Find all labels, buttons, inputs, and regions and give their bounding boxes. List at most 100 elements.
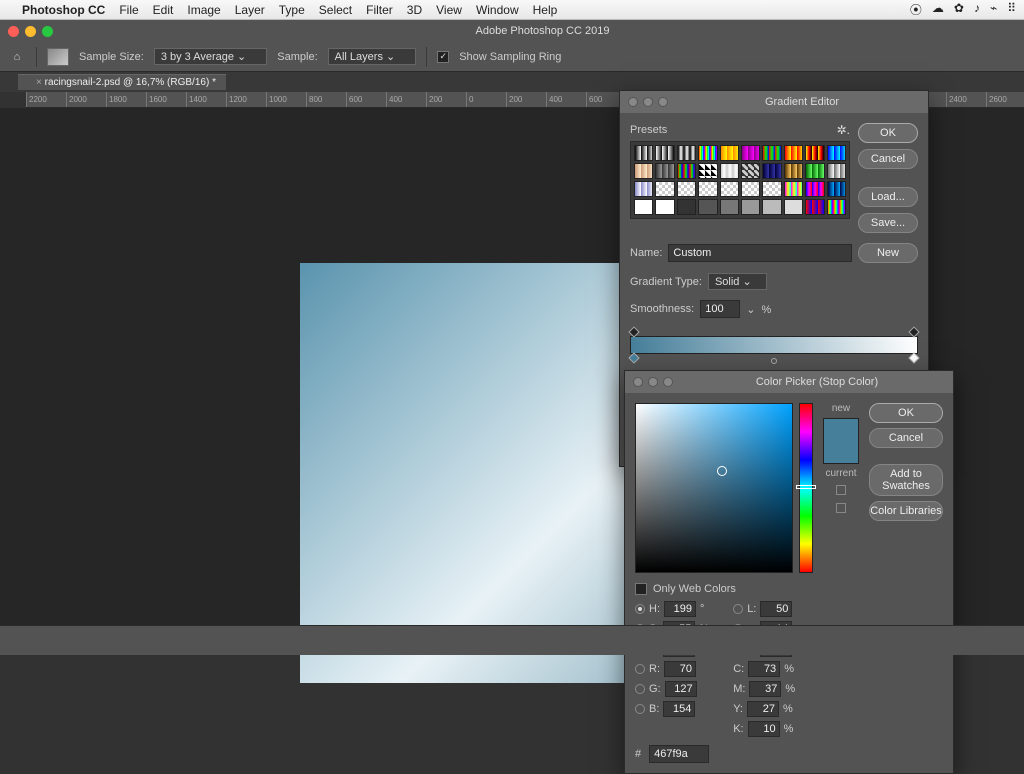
bb-radio[interactable]: [635, 704, 645, 714]
gradient-preset[interactable]: [720, 163, 739, 179]
cancel-button[interactable]: Cancel: [858, 149, 918, 169]
gradient-name-input[interactable]: [668, 244, 852, 262]
tray-icon[interactable]: ⠿: [1007, 1, 1016, 18]
m-input[interactable]: [749, 681, 781, 697]
websafe-icon[interactable]: [836, 503, 846, 513]
gradient-preset[interactable]: [677, 181, 696, 197]
save-button[interactable]: Save...: [858, 213, 918, 233]
gradient-preset[interactable]: [698, 199, 717, 215]
gradient-preset[interactable]: [634, 163, 653, 179]
menu-layer[interactable]: Layer: [235, 3, 265, 17]
gradient-preset[interactable]: [677, 199, 696, 215]
gradient-preset[interactable]: [741, 199, 760, 215]
menu-edit[interactable]: Edit: [153, 3, 174, 17]
l-input[interactable]: [760, 601, 792, 617]
tray-icon[interactable]: ♪: [974, 1, 980, 18]
sample-size-select[interactable]: 3 by 3 Average ⌄: [154, 48, 267, 65]
gradient-preset[interactable]: [805, 145, 824, 161]
menu-image[interactable]: Image: [187, 3, 220, 17]
gradient-preset[interactable]: [827, 181, 846, 197]
g-radio[interactable]: [635, 684, 645, 694]
hex-input[interactable]: [649, 745, 709, 763]
l-radio[interactable]: [733, 604, 743, 614]
c-input[interactable]: [748, 661, 780, 677]
gradient-preset[interactable]: [762, 181, 781, 197]
menu-window[interactable]: Window: [476, 3, 519, 17]
window-controls[interactable]: [0, 26, 61, 37]
gradient-preset[interactable]: [741, 163, 760, 179]
menu-filter[interactable]: Filter: [366, 3, 393, 17]
menu-select[interactable]: Select: [319, 3, 352, 17]
y-input[interactable]: [747, 701, 779, 717]
r-input[interactable]: [664, 661, 696, 677]
gradient-preset[interactable]: [784, 199, 803, 215]
tray-icon[interactable]: ✿: [954, 1, 964, 18]
menu-type[interactable]: Type: [279, 3, 305, 17]
h-radio[interactable]: [635, 604, 645, 614]
smoothness-input[interactable]: [700, 300, 740, 318]
gradient-preset[interactable]: [827, 163, 846, 179]
gradient-type-select[interactable]: Solid ⌄: [708, 273, 767, 290]
show-ring-checkbox[interactable]: ✓: [437, 51, 449, 63]
gradient-preset[interactable]: [698, 145, 717, 161]
r-radio[interactable]: [635, 664, 645, 674]
gradient-preset[interactable]: [784, 163, 803, 179]
gradient-preset[interactable]: [655, 181, 674, 197]
add-swatches-button[interactable]: Add to Swatches: [869, 464, 943, 496]
load-button[interactable]: Load...: [858, 187, 918, 207]
gradient-preset[interactable]: [634, 181, 653, 197]
tool-preset-icon[interactable]: [47, 48, 69, 66]
gradient-preset[interactable]: [762, 199, 781, 215]
ok-button[interactable]: OK: [869, 403, 943, 423]
menu-3d[interactable]: 3D: [407, 3, 422, 17]
gradient-preset[interactable]: [720, 181, 739, 197]
document-tab[interactable]: × racingsnail-2.psd @ 16,7% (RGB/16) *: [18, 74, 226, 90]
gradient-preset[interactable]: [805, 199, 824, 215]
gradient-preset[interactable]: [827, 145, 846, 161]
h-input[interactable]: [664, 601, 696, 617]
warning-icon[interactable]: [836, 485, 846, 495]
gradient-preset[interactable]: [805, 163, 824, 179]
k-input[interactable]: [748, 721, 780, 737]
gradient-preset[interactable]: [784, 181, 803, 197]
ok-button[interactable]: OK: [858, 123, 918, 143]
color-libraries-button[interactable]: Color Libraries: [869, 501, 943, 521]
bb-input[interactable]: [663, 701, 695, 717]
gradient-preset[interactable]: [655, 145, 674, 161]
tray-icon[interactable]: ⌁: [990, 1, 997, 18]
web-only-checkbox[interactable]: [635, 583, 647, 595]
gradient-preset[interactable]: [677, 163, 696, 179]
gradient-preset[interactable]: [741, 181, 760, 197]
home-icon[interactable]: ⌂: [8, 48, 26, 66]
gradient-preset[interactable]: [655, 163, 674, 179]
sample-select[interactable]: All Layers ⌄: [328, 48, 417, 65]
gradient-preset[interactable]: [720, 145, 739, 161]
cancel-button[interactable]: Cancel: [869, 428, 943, 448]
color-field[interactable]: [635, 403, 793, 573]
gradient-preset[interactable]: [655, 199, 674, 215]
close-tab-icon[interactable]: ×: [36, 77, 42, 88]
dialog-titlebar[interactable]: Color Picker (Stop Color): [625, 371, 953, 393]
tray-icon[interactable]: ⦿: [910, 1, 922, 18]
gradient-preset[interactable]: [634, 145, 653, 161]
gradient-preset[interactable]: [698, 163, 717, 179]
gradient-preset[interactable]: [698, 181, 717, 197]
menu-view[interactable]: View: [436, 3, 462, 17]
menu-help[interactable]: Help: [533, 3, 558, 17]
gradient-preset[interactable]: [634, 199, 653, 215]
menu-file[interactable]: File: [119, 3, 138, 17]
hue-slider[interactable]: [799, 403, 813, 573]
dialog-titlebar[interactable]: Gradient Editor: [620, 91, 928, 113]
app-menu[interactable]: Photoshop CC: [22, 3, 105, 17]
gradient-preset[interactable]: [827, 199, 846, 215]
new-button[interactable]: New: [858, 243, 918, 263]
gradient-preset[interactable]: [784, 145, 803, 161]
gradient-preset[interactable]: [805, 181, 824, 197]
gradient-preset[interactable]: [741, 145, 760, 161]
gradient-preset[interactable]: [762, 163, 781, 179]
gradient-preset[interactable]: [762, 145, 781, 161]
gradient-preset[interactable]: [720, 199, 739, 215]
gradient-preset[interactable]: [677, 145, 696, 161]
gear-icon[interactable]: ✲.: [837, 123, 850, 137]
g-input[interactable]: [665, 681, 697, 697]
